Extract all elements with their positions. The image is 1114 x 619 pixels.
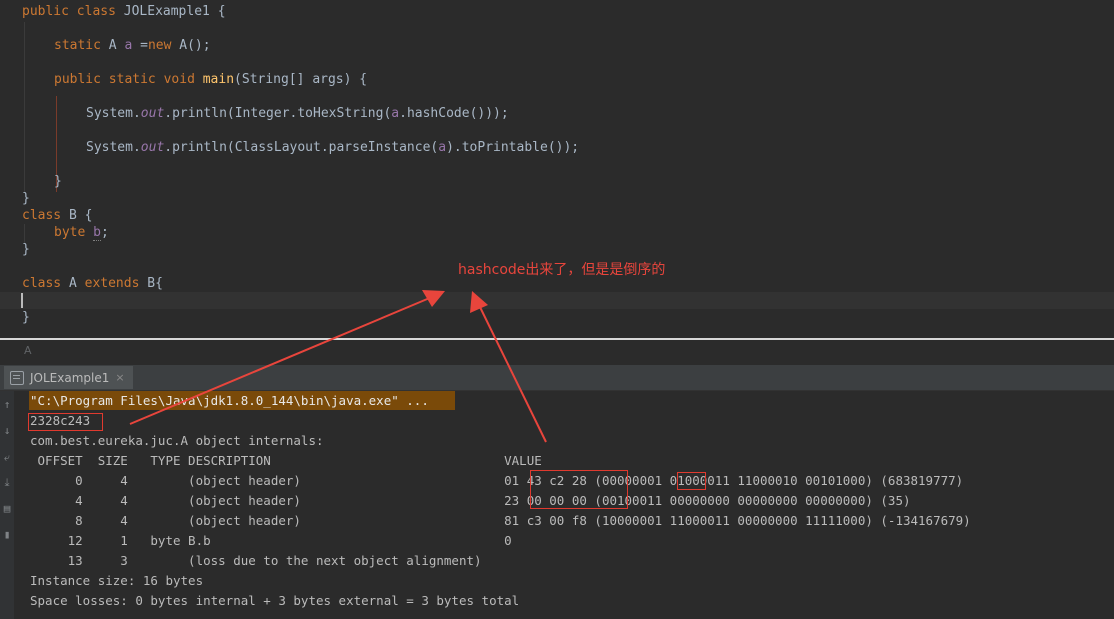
arrow-line-left: [129, 296, 433, 425]
annotation-label: hashcode出来了，但是是倒序的: [458, 262, 666, 278]
arrow-head-left: [422, 290, 445, 307]
arrow-line-right: [478, 304, 547, 443]
annotation-arrows: [129, 290, 547, 443]
arrow-head-right: [470, 291, 488, 313]
